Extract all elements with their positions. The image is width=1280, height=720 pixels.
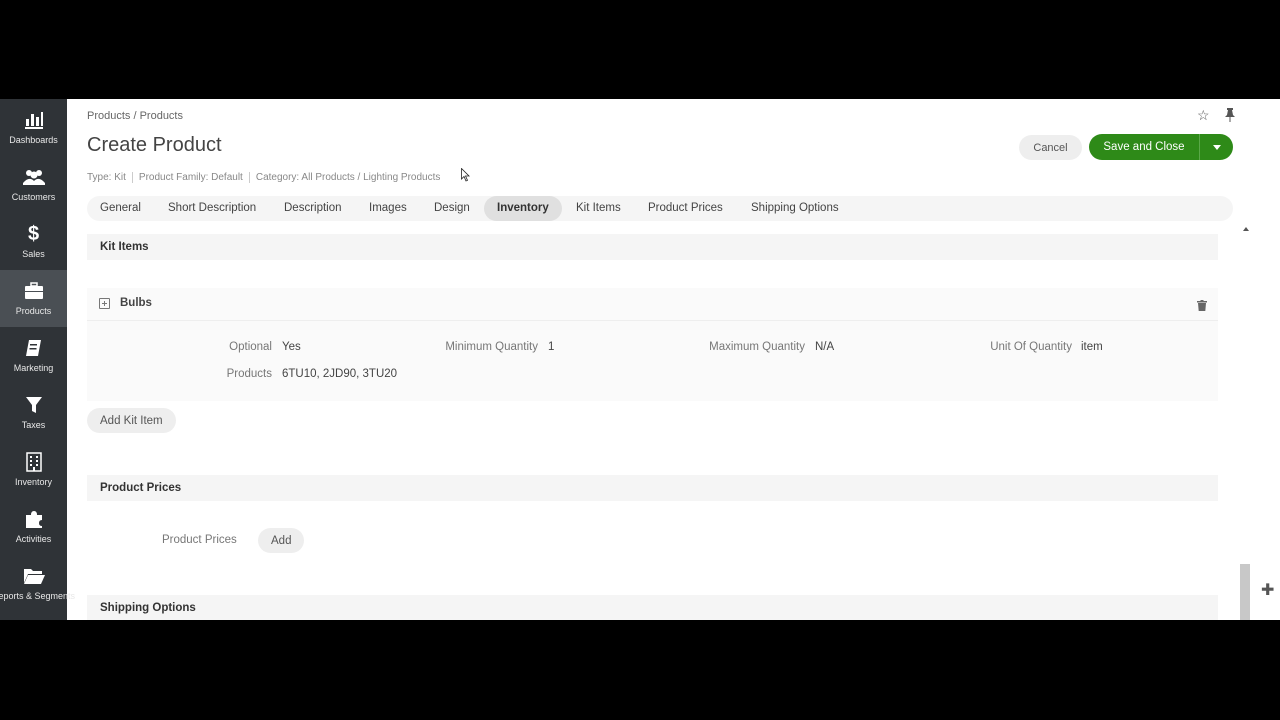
sidebar-item-customers[interactable]: Customers: [0, 156, 67, 213]
sidebar-item-label: Customers: [11, 192, 56, 202]
page-title: Create Product: [87, 134, 222, 156]
kit-item-name: Bulbs: [120, 297, 152, 309]
section-kit-items-header: Kit Items: [87, 234, 1218, 260]
sidebar-item-label: Reports & Segments: [0, 591, 76, 601]
kit-item-card: Bulbs Optional Yes Minimum Quantity 1 Ma…: [87, 288, 1218, 401]
tab-inventory[interactable]: Inventory: [484, 196, 562, 221]
meta-category: Category: All Products / Lighting Produc…: [255, 172, 441, 183]
tab-description[interactable]: Description: [271, 196, 355, 221]
meta-family: Product Family: Default: [139, 172, 250, 183]
sidebar-item-label: Sales: [22, 249, 45, 259]
sidebar-item-reports[interactable]: Reports & Segments: [0, 555, 75, 612]
tab-shipping-options[interactable]: Shipping Options: [738, 196, 852, 221]
cancel-button[interactable]: Cancel: [1019, 135, 1082, 160]
product-meta: Type: Kit Product Family: Default Catego…: [87, 172, 452, 183]
tab-general[interactable]: General: [87, 196, 154, 221]
kit-item-header: Bulbs: [87, 288, 1218, 321]
dollar-icon: $: [27, 222, 40, 245]
briefcase-icon: [23, 280, 45, 302]
expand-icon[interactable]: [99, 298, 110, 309]
caret-down-icon: [1212, 144, 1221, 150]
min-quantity-label: Minimum Quantity: [445, 341, 538, 353]
scroll-up-arrow-icon[interactable]: [1243, 227, 1249, 231]
trash-icon[interactable]: [1197, 298, 1207, 311]
save-and-close-button[interactable]: Save and Close: [1089, 134, 1199, 160]
unit-of-quantity-label: Unit Of Quantity: [990, 341, 1072, 353]
tab-kit-items[interactable]: Kit Items: [563, 196, 634, 221]
tab-design[interactable]: Design: [421, 196, 483, 221]
sidebar-item-label: Marketing: [13, 363, 54, 373]
products-label: Products: [226, 368, 272, 380]
tab-short-description[interactable]: Short Description: [155, 196, 269, 221]
unit-of-quantity-value: item: [1081, 341, 1103, 353]
form-content: Kit Items Bulbs Optional Yes Minimum Qua…: [87, 234, 1218, 620]
sidebar-item-marketing[interactable]: Marketing: [0, 327, 67, 384]
meta-type: Type: Kit: [87, 172, 133, 183]
sidebar-item-label: Products: [15, 306, 52, 316]
sidebar-item-activities[interactable]: Activities: [0, 498, 67, 555]
breadcrumb[interactable]: Products / Products: [87, 110, 183, 122]
building-icon: [23, 451, 45, 473]
add-product-price-button[interactable]: Add: [258, 528, 305, 553]
sidebar-item-label: Taxes: [21, 420, 46, 430]
section-product-prices-header: Product Prices: [87, 475, 1218, 501]
section-shipping-options-header: Shipping Options: [87, 595, 1218, 620]
tab-product-prices[interactable]: Product Prices: [635, 196, 736, 221]
add-kit-item-button[interactable]: Add Kit Item: [87, 408, 176, 433]
max-quantity-label: Maximum Quantity: [709, 341, 805, 353]
scrollbar-thumb[interactable]: [1240, 564, 1250, 620]
customers-icon: [22, 166, 45, 188]
dashboards-icon: [23, 109, 45, 131]
sidebar-item-label: Inventory: [14, 477, 53, 487]
app-window: Dashboards Customers $ Sales Products Ma…: [0, 99, 1280, 620]
tab-bar: General Short Description Description Im…: [87, 196, 1233, 221]
sidebar-item-label: Dashboards: [9, 135, 58, 145]
funnel-icon: [23, 394, 45, 416]
sidebar-item-taxes[interactable]: Taxes: [0, 384, 67, 441]
vertical-scrollbar[interactable]: [1240, 224, 1250, 620]
star-icon[interactable]: ☆: [1197, 108, 1211, 122]
product-prices-label: Product Prices: [162, 534, 237, 546]
min-quantity-value: 1: [548, 341, 555, 353]
sidebar-item-label: Activities: [15, 534, 52, 544]
optional-value: Yes: [282, 341, 301, 353]
sidebar: Dashboards Customers $ Sales Products Ma…: [0, 99, 75, 620]
folder-icon: [23, 565, 45, 587]
mouse-cursor-icon: [461, 167, 470, 182]
marketing-icon: [23, 337, 45, 359]
plus-icon[interactable]: ✚: [1261, 583, 1274, 599]
sidebar-item-products[interactable]: Products: [0, 270, 67, 327]
sidebar-item-dashboards[interactable]: Dashboards: [0, 99, 67, 156]
optional-label: Optional: [229, 341, 272, 353]
max-quantity-value: N/A: [815, 341, 835, 353]
sidebar-item-inventory[interactable]: Inventory: [0, 441, 67, 498]
puzzle-icon: [23, 508, 45, 530]
products-value: 6TU10, 2JD90, 3TU20: [282, 368, 398, 380]
tab-images[interactable]: Images: [356, 196, 420, 221]
main-panel: Products / Products Create Product Type:…: [67, 99, 1280, 620]
sidebar-item-sales[interactable]: $ Sales: [0, 213, 67, 270]
pin-icon[interactable]: [1224, 108, 1236, 122]
save-options-dropdown[interactable]: [1199, 134, 1233, 160]
